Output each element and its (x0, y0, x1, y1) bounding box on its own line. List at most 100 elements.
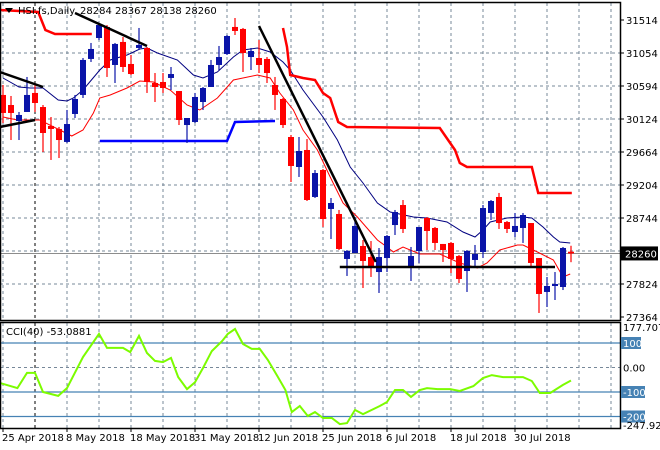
bullish-candle (384, 236, 390, 259)
time-tick-label: 18 May 2018 (130, 433, 195, 444)
bearish-candle (104, 26, 110, 68)
bearish-candle (568, 251, 574, 254)
bullish-candle (552, 284, 558, 287)
cci-axis-label: 177.7073 (623, 323, 660, 334)
price-tick-label: 29204 (626, 181, 658, 192)
time-tick-label: 12 Jun 2018 (258, 433, 318, 444)
bearish-candle (528, 223, 534, 263)
price-axis: 31514 31054 30594 30124 29664 29204 28744 27824… (620, 16, 658, 324)
time-tick-label: 25 Jun 2018 (322, 433, 382, 444)
bullish-candle (136, 44, 142, 48)
bearish-candle (440, 243, 446, 250)
bearish-candle (160, 81, 166, 89)
chart-frame (0, 1, 622, 430)
bullish-candle (480, 208, 486, 253)
bearish-candle (496, 196, 502, 224)
time-tick-label: 6 Jul 2018 (386, 433, 436, 444)
bullish-candle (392, 211, 398, 226)
bullish-candle (512, 225, 518, 232)
bullish-candle (16, 114, 22, 122)
bullish-candle (560, 247, 566, 288)
bearish-candle (144, 47, 150, 82)
price-tick-label: 27824 (626, 280, 658, 291)
cci-label: CCI(40) -53.0881 (6, 327, 92, 338)
time-tick-label: 30 Jul 2018 (514, 433, 571, 444)
bearish-candle (536, 258, 542, 294)
cci-axis-label: 100 (623, 339, 642, 350)
bullish-candle (352, 225, 358, 254)
bullish-candle (192, 96, 198, 123)
bullish-candle (416, 226, 422, 251)
bullish-candle (312, 173, 318, 197)
bearish-candle (400, 205, 406, 229)
ohlc-readout: 28284 28367 28138 28260 (80, 6, 217, 17)
bullish-candle (488, 200, 494, 213)
price-tick-label: 31054 (626, 49, 658, 60)
bearish-candle (424, 218, 430, 231)
bullish-candle (328, 203, 334, 209)
price-tick-label: 30594 (626, 82, 658, 93)
bullish-candle (296, 150, 302, 167)
bullish-candle (544, 286, 550, 292)
bearish-candle (432, 227, 438, 243)
bullish-candle (168, 74, 174, 78)
bearish-candle (360, 245, 366, 261)
bullish-candle (96, 25, 102, 39)
grid (0, 3, 620, 428)
cci-axis-label: -100 (623, 388, 646, 399)
trendline (257, 25, 377, 263)
bullish-candle (248, 50, 254, 58)
bearish-candle (48, 125, 54, 129)
bullish-candle (376, 257, 382, 273)
symbol-label: HSI.fs,Daily (18, 6, 75, 17)
bearish-candle (272, 84, 278, 95)
bearish-candle (320, 170, 326, 220)
bullish-candle (472, 254, 478, 260)
trendline (74, 11, 148, 48)
price-tick-label: 29664 (626, 148, 658, 159)
bullish-candle (88, 48, 94, 59)
time-tick-label: 18 Jul 2018 (450, 433, 507, 444)
bullish-candle (112, 43, 118, 65)
bullish-candle (72, 98, 78, 114)
time-tick-label: 8 May 2018 (66, 433, 125, 444)
cci-panel (0, 327, 620, 426)
bearish-candle (40, 107, 46, 133)
bearish-candle (176, 91, 182, 121)
cci-axis-label: 0.00 (623, 364, 645, 375)
bearish-candle (504, 222, 510, 229)
bearish-candle (8, 105, 14, 113)
bearish-candle (56, 128, 62, 141)
bearish-candle (232, 26, 238, 31)
bearish-candle (128, 63, 134, 75)
bullish-candle (184, 117, 190, 126)
cci-axis: 177.70731000.00-100-200-247.929 (621, 323, 660, 432)
price-tick-label: 28744 (626, 214, 658, 225)
bearish-candle (304, 149, 310, 200)
bearish-candle (288, 137, 294, 166)
bearish-candle (336, 213, 342, 249)
trendline (0, 118, 36, 129)
bullish-candle (408, 256, 414, 267)
bullish-candle (80, 59, 86, 95)
bearish-candle (280, 98, 286, 126)
price-tick-label: 30124 (626, 115, 658, 126)
bullish-candle (216, 57, 222, 65)
bullish-candle (208, 64, 214, 88)
time-tick-label: 31 May 2018 (194, 433, 259, 444)
cci-panel-border (0, 321, 622, 430)
time-tick-label: 25 Apr 2018 (2, 433, 64, 444)
price-tick-label: 31514 (626, 16, 658, 27)
bullish-candle (520, 214, 526, 228)
cci-axis-label: -247.929 (623, 421, 660, 432)
bearish-candle (240, 28, 246, 53)
bearish-candle (264, 58, 270, 74)
price-chart[interactable]: 31514 31054 30594 30124 29664 29204 28744 27824… (0, 0, 660, 450)
bullish-candle (64, 124, 70, 142)
bearish-candle (256, 58, 262, 65)
bullish-candle (24, 94, 30, 112)
bearish-candle (152, 82, 158, 88)
bullish-candle (200, 88, 206, 102)
bullish-candle (344, 251, 350, 259)
bearish-candle (448, 242, 454, 259)
